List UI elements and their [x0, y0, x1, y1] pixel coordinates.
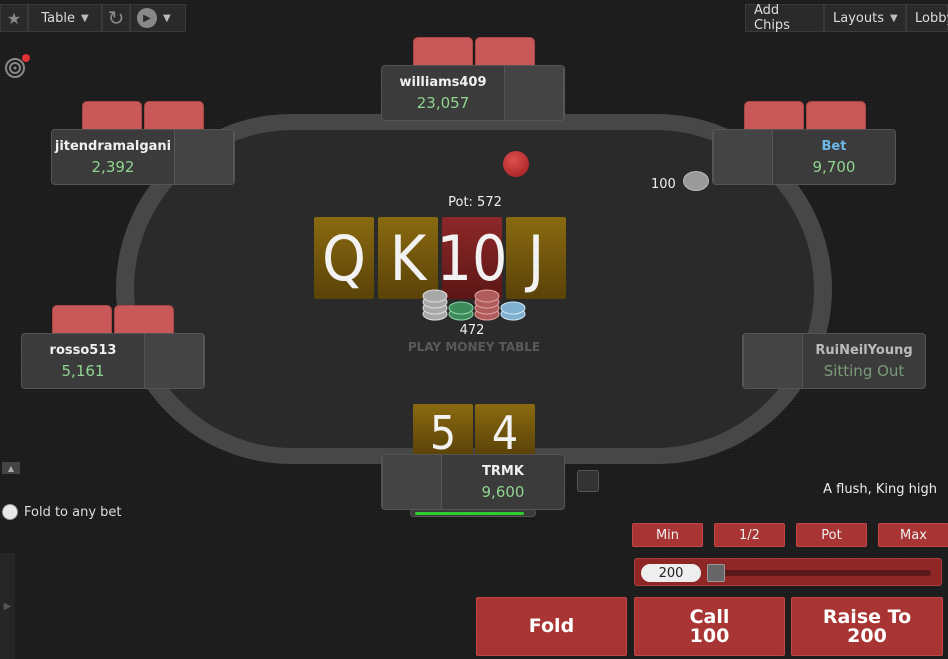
card-back	[413, 37, 473, 67]
toolbar-right: Add Chips Layouts ▼ Lobby	[745, 3, 948, 33]
raise-button[interactable]: Raise To 200	[791, 597, 943, 656]
player-name: TRMK	[482, 463, 524, 479]
board-card: K	[378, 217, 438, 299]
player-name: rosso513	[49, 342, 117, 358]
chevron-down-icon: ▼	[889, 12, 898, 24]
time-bank-fill	[415, 512, 524, 515]
player-status: Sitting Out	[823, 361, 905, 380]
avatar	[743, 334, 803, 388]
hero-options-icon[interactable]	[577, 470, 599, 492]
table-menu-label: Table	[41, 10, 75, 26]
hero-card: 5	[413, 404, 473, 460]
favorite-star-icon[interactable]: ★	[0, 4, 28, 32]
player-stack: 9,600	[481, 482, 525, 501]
card-back	[82, 101, 142, 131]
fold-button[interactable]: Fold	[476, 597, 627, 656]
player-name: jitendramalgani	[54, 138, 172, 154]
play-money-label: PLAY MONEY TABLE	[407, 340, 541, 354]
avatar	[174, 130, 234, 184]
call-button[interactable]: Call 100	[634, 597, 785, 656]
add-chips-button[interactable]: Add Chips	[745, 3, 824, 33]
seat-info: Bet 9,700	[773, 130, 895, 184]
seat-top[interactable]: williams409 23,057	[381, 65, 565, 121]
layouts-menu-button[interactable]: Layouts ▼	[824, 4, 906, 32]
lobby-button[interactable]: Lobby	[906, 4, 948, 32]
card-back	[144, 101, 204, 131]
seat-top-right[interactable]: Bet 9,700	[712, 129, 896, 185]
side-panel-handle[interactable]: ▶	[0, 553, 15, 659]
hero-hole-cards: 5 4	[413, 404, 535, 460]
play-menu-button[interactable]: ▶ ▼	[130, 4, 186, 32]
layouts-label: Layouts	[833, 10, 884, 26]
player-name: williams409	[399, 74, 487, 90]
hand-description: A flush, King high	[823, 482, 937, 497]
card-back	[744, 101, 804, 131]
seat-top-left-cards	[82, 101, 204, 131]
player-name: Bet	[821, 138, 847, 154]
seat-info: jitendramalgani 2,392	[52, 130, 174, 184]
pot-label: Pot: 572	[448, 195, 502, 210]
replay-icon[interactable]: ↻	[102, 4, 130, 32]
avatar	[713, 130, 773, 184]
chevron-down-icon: ▼	[80, 12, 89, 24]
call-label: Call	[689, 605, 730, 628]
pot-amount: 472	[459, 323, 485, 338]
preset-pot-button[interactable]: Pot	[796, 523, 867, 547]
hero-card: 4	[475, 404, 535, 460]
board-card: 10	[437, 217, 507, 299]
dealer-button-icon	[503, 151, 529, 177]
bet-slider-thumb[interactable]	[707, 564, 725, 582]
seat-info: rosso513 5,161	[22, 334, 144, 388]
seat-info: TRMK 9,600	[442, 455, 564, 509]
bet-amount: 100	[651, 177, 676, 192]
avatar	[382, 455, 442, 509]
collapse-arrow-icon[interactable]: ▲	[2, 462, 20, 474]
card-back	[52, 305, 112, 335]
seat-top-right-cards	[744, 101, 866, 131]
seat-info: williams409 23,057	[382, 66, 504, 120]
preset-min-button[interactable]: Min	[632, 523, 703, 547]
board-card: J	[506, 217, 566, 299]
player-stack: 23,057	[416, 93, 470, 112]
board-card: Q	[314, 217, 374, 299]
toolbar-left: ★ Table ▼ ↻ ▶ ▼	[0, 4, 186, 32]
fold-to-any-bet-option[interactable]: Fold to any bet	[2, 504, 122, 520]
bet-slider-track[interactable]	[709, 570, 931, 576]
bet-chip-icon	[683, 171, 709, 191]
card-back	[806, 101, 866, 131]
avatar	[504, 66, 564, 120]
player-stack: 2,392	[91, 157, 135, 176]
table-menu-button[interactable]: Table ▼	[28, 4, 102, 32]
time-bank-bar	[410, 509, 536, 517]
preset-max-button[interactable]: Max	[878, 523, 948, 547]
raise-amount: 200	[847, 624, 887, 647]
player-name: RuiNeilYoung	[815, 342, 913, 358]
chevron-down-icon: ▼	[163, 12, 171, 24]
play-icon: ▶	[137, 8, 157, 28]
bet-slider-panel: 200	[634, 558, 942, 586]
card-back	[114, 305, 174, 335]
bet-presets: Min 1/2 Pot Max	[632, 523, 948, 547]
seat-top-cards	[413, 37, 535, 67]
fold-to-any-bet-label: Fold to any bet	[24, 504, 122, 520]
player-stack: 9,700	[812, 157, 856, 176]
player-stack: 5,161	[61, 361, 105, 380]
target-icon[interactable]	[4, 54, 30, 80]
seat-left-cards	[52, 305, 174, 335]
card-back	[475, 37, 535, 67]
bet-amount-input[interactable]: 200	[641, 564, 701, 582]
seat-hero[interactable]: TRMK 9,600	[381, 454, 565, 510]
raise-label: Raise To	[822, 605, 912, 628]
preset-half-pot-button[interactable]: 1/2	[714, 523, 785, 547]
seat-info: RuiNeilYoung Sitting Out	[803, 334, 925, 388]
seat-right[interactable]: RuiNeilYoung Sitting Out	[742, 333, 926, 389]
seat-left[interactable]: rosso513 5,161	[21, 333, 205, 389]
fold-label: Fold	[528, 615, 575, 637]
pot-chips-icon	[422, 289, 526, 321]
avatar	[144, 334, 204, 388]
board-cards: Q K 10 J	[314, 217, 566, 299]
call-amount: 100	[689, 624, 730, 647]
seat-top-left[interactable]: jitendramalgani 2,392	[51, 129, 235, 185]
fold-to-any-bet-radio[interactable]	[2, 504, 18, 520]
